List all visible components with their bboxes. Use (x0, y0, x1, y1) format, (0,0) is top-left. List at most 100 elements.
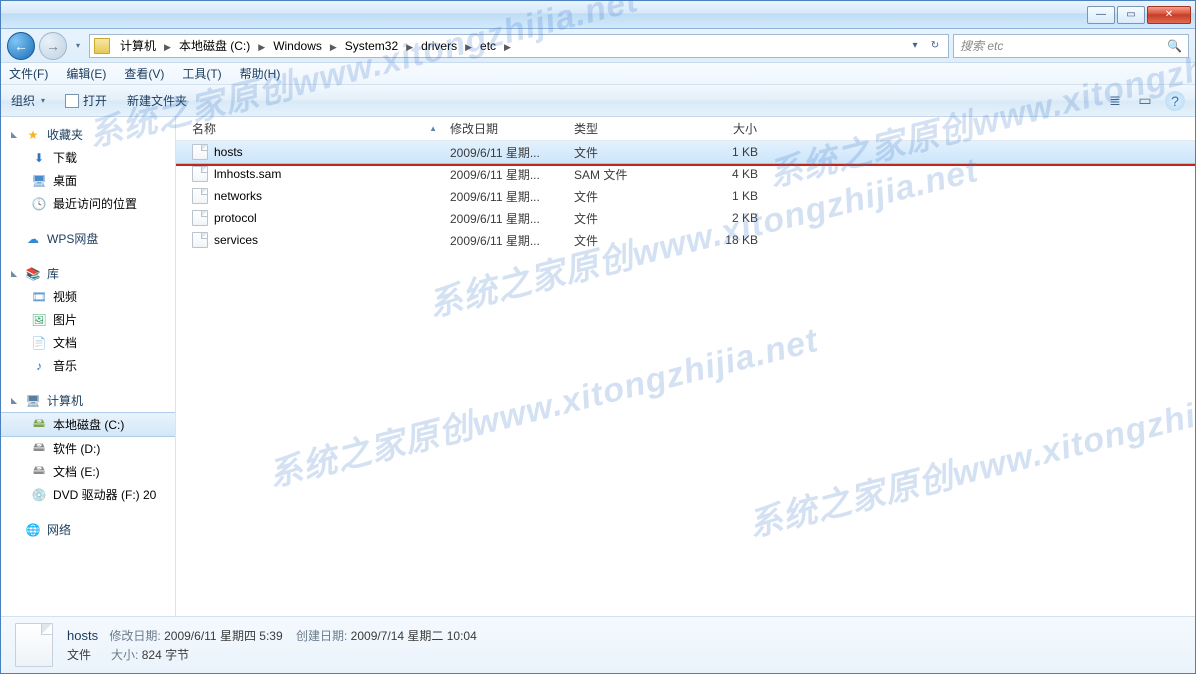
folder-icon (94, 38, 110, 54)
sidebar-item[interactable]: 🖴文档 (E:) (1, 460, 175, 483)
sidebar-item-label: DVD 驱动器 (F:) 20 (53, 486, 156, 503)
sidebar-item[interactable]: 🖴本地磁盘 (C:) (1, 412, 175, 437)
address-bar[interactable]: 计算机▶本地磁盘 (C:)▶Windows▶System32▶drivers▶e… (89, 34, 949, 58)
preview-pane-button[interactable]: ▭ (1135, 91, 1155, 111)
sidebar-item-label: 网络 (47, 521, 71, 538)
file-icon (192, 166, 208, 182)
menu-file[interactable]: 文件(F) (7, 64, 50, 83)
search-icon: 🔍 (1167, 39, 1182, 53)
breadcrumb-segment[interactable]: 计算机 (114, 37, 162, 55)
sidebar-item[interactable]: 💿 DVD 驱动器 (F:) 20 (1, 483, 175, 506)
chevron-right-icon[interactable]: ▶ (328, 42, 339, 52)
file-size: 18 KB (686, 233, 764, 247)
chevron-down-icon: ◣ (11, 396, 19, 405)
breadcrumb-segment[interactable]: drivers (415, 37, 463, 55)
chevron-right-icon[interactable]: ▶ (256, 42, 267, 52)
file-name: services (214, 233, 258, 247)
sidebar-libraries-header[interactable]: ◣ 📚 库 (1, 262, 175, 285)
sidebar-item[interactable]: 🎞视频 (1, 285, 175, 308)
file-size: 1 KB (686, 145, 764, 159)
organize-button[interactable]: 组织▾ (11, 92, 45, 109)
chevron-right-icon[interactable]: ▶ (162, 42, 173, 52)
file-type: 文件 (568, 210, 686, 227)
file-date: 2009/6/11 星期... (444, 144, 568, 161)
file-icon (192, 210, 208, 226)
file-list: hosts2009/6/11 星期...文件1 KBlmhosts.sam200… (176, 141, 1195, 616)
sidebar-item-label: 文档 (53, 334, 77, 351)
forward-button[interactable]: → (39, 32, 67, 60)
explorer-window: — ▭ ✕ ← → ▾ 计算机▶本地磁盘 (C:)▶Windows▶System… (0, 0, 1196, 674)
file-row[interactable]: networks2009/6/11 星期...文件1 KB (176, 185, 1195, 207)
menubar: 文件(F) 编辑(E) 查看(V) 工具(T) 帮助(H) (1, 63, 1195, 85)
file-type: 文件 (568, 144, 686, 161)
breadcrumb-segment[interactable]: etc (474, 37, 502, 55)
menu-edit[interactable]: 编辑(E) (64, 64, 108, 83)
breadcrumb-segment[interactable]: 本地磁盘 (C:) (173, 37, 256, 55)
sidebar-item[interactable]: 🖼图片 (1, 308, 175, 331)
menu-view[interactable]: 查看(V) (122, 64, 166, 83)
sidebar-item[interactable]: ♪音乐 (1, 354, 175, 377)
column-type[interactable]: 类型 (568, 120, 686, 137)
sidebar-item-icon: ⬇ (31, 150, 47, 166)
chevron-right-icon[interactable]: ▶ (404, 42, 415, 52)
back-button[interactable]: ← (7, 32, 35, 60)
sidebar-item-icon: 💿 (31, 487, 47, 503)
sidebar-item[interactable]: 📄 文档 (1, 331, 175, 354)
view-mode-button[interactable]: ≣ (1105, 91, 1125, 111)
breadcrumb-segment[interactable]: System32 (339, 37, 404, 55)
file-icon (192, 144, 208, 160)
column-date[interactable]: 修改日期 (444, 120, 568, 137)
address-dropdown-button[interactable]: ▾ (906, 36, 924, 56)
close-button[interactable]: ✕ (1147, 6, 1191, 24)
sidebar-item[interactable]: 🖴软件 (D:) (1, 437, 175, 460)
file-row[interactable]: hosts2009/6/11 星期...文件1 KB (176, 141, 1195, 163)
file-date: 2009/6/11 星期... (444, 166, 568, 183)
file-row[interactable]: lmhosts.sam2009/6/11 星期...SAM 文件4 KB (176, 163, 1195, 185)
toolbar: 组织▾ 打开 新建文件夹 ≣ ▭ ? (1, 85, 1195, 117)
refresh-button[interactable]: ↻ (926, 36, 944, 56)
chevron-right-icon[interactable]: ▶ (463, 42, 474, 52)
column-name[interactable]: 名称▲ (186, 120, 444, 137)
sidebar-item[interactable]: 🖥桌面 (1, 169, 175, 192)
file-row[interactable]: services2009/6/11 星期...文件18 KB (176, 229, 1195, 251)
nav-history-dropdown[interactable]: ▾ (71, 32, 85, 60)
sidebar-computer-header[interactable]: ◣ 🖥 计算机 (1, 389, 175, 412)
sidebar-item[interactable]: 🕓最近访问的位置 (1, 192, 175, 215)
sidebar-item-icon: 🖴 (31, 441, 47, 457)
sidebar-wps[interactable]: ☁ WPS网盘 (1, 227, 175, 250)
details-filename: hosts (67, 628, 98, 643)
chevron-right-icon[interactable]: ▶ (502, 42, 513, 52)
sidebar-item[interactable]: ⬇下载 (1, 146, 175, 169)
help-icon[interactable]: ? (1165, 91, 1185, 111)
menu-tools[interactable]: 工具(T) (180, 64, 223, 83)
minimize-button[interactable]: — (1087, 6, 1115, 24)
menu-help[interactable]: 帮助(H) (238, 64, 283, 83)
cloud-icon: ☁ (25, 231, 41, 247)
details-text: hosts 修改日期: 2009/6/11 星期四 5:39 创建日期: 200… (67, 626, 477, 664)
file-pane: 名称▲ 修改日期 类型 大小 hosts2009/6/11 星期...文件1 K… (176, 117, 1195, 616)
file-row[interactable]: protocol2009/6/11 星期...文件2 KB (176, 207, 1195, 229)
sidebar-computer: ◣ 🖥 计算机 🖴本地磁盘 (C:)🖴软件 (D:)🖴文档 (E:) 💿 DVD 驱… (1, 389, 175, 506)
sidebar-favorites-header[interactable]: ◣ ★ 收藏夹 (1, 123, 175, 146)
navbar: ← → ▾ 计算机▶本地磁盘 (C:)▶Windows▶System32▶dri… (1, 29, 1195, 63)
sidebar: ◣ ★ 收藏夹 ⬇下载🖥桌面🕓最近访问的位置 ☁ WPS网盘 ◣ 📚 库 (1, 117, 176, 616)
breadcrumb-segment[interactable]: Windows (267, 37, 328, 55)
new-folder-button[interactable]: 新建文件夹 (127, 92, 187, 109)
column-headers: 名称▲ 修改日期 类型 大小 (176, 117, 1195, 141)
file-thumbnail (15, 623, 53, 667)
sidebar-item-icon: 🖴 (31, 464, 47, 480)
open-button[interactable]: 打开 (65, 92, 107, 109)
column-size[interactable]: 大小 (686, 120, 764, 137)
network-icon: 🌐 (25, 522, 41, 538)
sidebar-item-label: 收藏夹 (47, 126, 83, 143)
sidebar-item-icon: 🖴 (31, 417, 47, 433)
file-size: 2 KB (686, 211, 764, 225)
sidebar-network[interactable]: 🌐 网络 (1, 518, 175, 541)
file-type: SAM 文件 (568, 166, 686, 183)
file-date: 2009/6/11 星期... (444, 232, 568, 249)
maximize-button[interactable]: ▭ (1117, 6, 1145, 24)
sidebar-item-icon: 📄 (31, 335, 47, 351)
computer-icon: 🖥 (25, 393, 41, 409)
search-input[interactable]: 搜索 etc 🔍 (953, 34, 1189, 58)
file-icon (192, 188, 208, 204)
